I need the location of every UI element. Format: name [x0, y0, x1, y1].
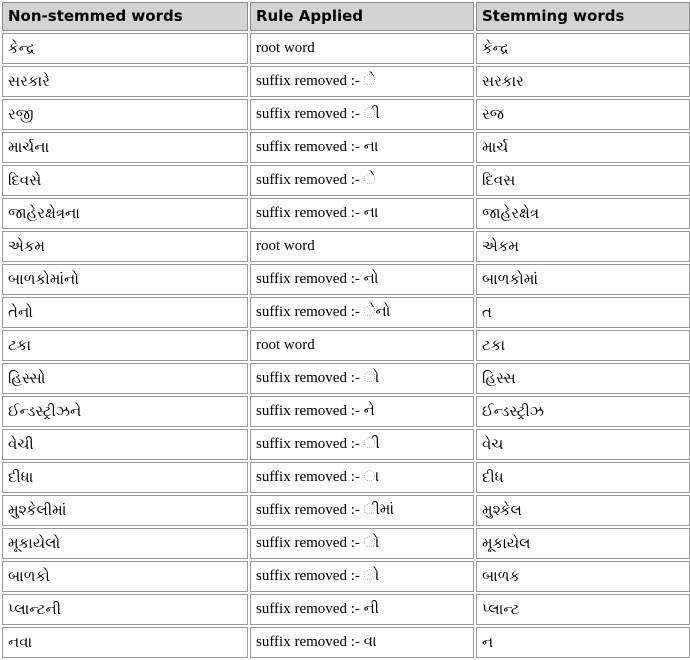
table-row: નવા suffix removed :- વા ન — [2, 627, 690, 658]
cell-non-stemmed-word: દીધા — [2, 462, 248, 493]
table-row: બાળકોમાંનો suffix removed :- નો બાળકોમાં — [2, 264, 690, 295]
cell-non-stemmed-word: ઈન્ડસ્ટ્રીઝને — [2, 396, 248, 427]
cell-stemmed-word: ન — [476, 627, 690, 658]
column-header-rule-applied: Rule Applied — [250, 2, 474, 31]
cell-stemmed-word: એકમ — [476, 231, 690, 262]
cell-stemmed-word: ટકા — [476, 330, 690, 361]
cell-rule-applied: root word — [250, 330, 474, 361]
cell-rule-applied: suffix removed :- ના — [250, 198, 474, 229]
cell-stemmed-word: વેચ — [476, 429, 690, 460]
cell-rule-applied: suffix removed :- ના — [250, 132, 474, 163]
cell-stemmed-word: ત — [476, 297, 690, 328]
cell-stemmed-word: કેન્દ્ર — [476, 33, 690, 64]
cell-rule-applied: suffix removed :- ા — [250, 462, 474, 493]
stemming-table: Non-stemmed words Rule Applied Stemming … — [0, 0, 690, 660]
cell-stemmed-word: બાળકોમાં — [476, 264, 690, 295]
cell-non-stemmed-word: માર્ચના — [2, 132, 248, 163]
cell-non-stemmed-word: નવા — [2, 627, 248, 658]
cell-non-stemmed-word: હિસ્સો — [2, 363, 248, 394]
cell-rule-applied: suffix removed :- ી — [250, 429, 474, 460]
cell-rule-applied: suffix removed :- નો — [250, 264, 474, 295]
table-row: એકમ root word એકમ — [2, 231, 690, 262]
table-row: કેન્દ્ર root word કેન્દ્ર — [2, 33, 690, 64]
cell-rule-applied: suffix removed :- ો — [250, 561, 474, 592]
cell-rule-applied: suffix removed :- ીમાં — [250, 495, 474, 526]
table-body: કેન્દ્ર root word કેન્દ્ર સરકારે suffix remo… — [2, 33, 690, 658]
table-row: દીધા suffix removed :- ા દીધ — [2, 462, 690, 493]
cell-stemmed-word: માર્ચ — [476, 132, 690, 163]
cell-stemmed-word: રજ — [476, 99, 690, 130]
table-row: સરકારે suffix removed :- ે સરકાર — [2, 66, 690, 97]
table-row: રજી suffix removed :- ી રજ — [2, 99, 690, 130]
table-row: તેનો suffix removed :- ેનો ત — [2, 297, 690, 328]
cell-non-stemmed-word: જાહેરક્ષેત્રના — [2, 198, 248, 229]
cell-rule-applied: suffix removed :- ને — [250, 396, 474, 427]
cell-stemmed-word: સરકાર — [476, 66, 690, 97]
cell-non-stemmed-word: રજી — [2, 99, 248, 130]
cell-non-stemmed-word: તેનો — [2, 297, 248, 328]
table-header: Non-stemmed words Rule Applied Stemming … — [2, 2, 690, 31]
table-row: દિવસે suffix removed :- ે દિવસ — [2, 165, 690, 196]
cell-rule-applied: suffix removed :- ની — [250, 594, 474, 625]
cell-non-stemmed-word: વેચી — [2, 429, 248, 460]
cell-stemmed-word: ઈન્ડસ્ટ્રીઝ — [476, 396, 690, 427]
table-row: મુશ્કેલીમાં suffix removed :- ીમાં મુશ્કેલ — [2, 495, 690, 526]
cell-stemmed-word: મૂકાયેલ — [476, 528, 690, 559]
cell-rule-applied: suffix removed :- ો — [250, 363, 474, 394]
table-row: માર્ચના suffix removed :- ના માર્ચ — [2, 132, 690, 163]
table-row: ટકા root word ટકા — [2, 330, 690, 361]
cell-rule-applied: suffix removed :- ો — [250, 528, 474, 559]
cell-rule-applied: suffix removed :- ે — [250, 66, 474, 97]
cell-non-stemmed-word: બાળકોમાંનો — [2, 264, 248, 295]
cell-rule-applied: suffix removed :- ી — [250, 99, 474, 130]
table-row: મૂકાયેલો suffix removed :- ો મૂકાયેલ — [2, 528, 690, 559]
cell-stemmed-word: જાહેરક્ષેત્ર — [476, 198, 690, 229]
cell-rule-applied: suffix removed :- વા — [250, 627, 474, 658]
table-row: બાળકો suffix removed :- ો બાળક — [2, 561, 690, 592]
cell-stemmed-word: મુશ્કેલ — [476, 495, 690, 526]
cell-non-stemmed-word: પ્લાન્ટની — [2, 594, 248, 625]
column-header-non-stemmed-words: Non-stemmed words — [2, 2, 248, 31]
table-row: વેચી suffix removed :- ી વેચ — [2, 429, 690, 460]
cell-non-stemmed-word: સરકારે — [2, 66, 248, 97]
cell-rule-applied: root word — [250, 33, 474, 64]
cell-stemmed-word: પ્લાન્ટ — [476, 594, 690, 625]
cell-non-stemmed-word: દિવસે — [2, 165, 248, 196]
cell-non-stemmed-word: મૂકાયેલો — [2, 528, 248, 559]
cell-rule-applied: root word — [250, 231, 474, 262]
table-row: ઈન્ડસ્ટ્રીઝને suffix removed :- ને ઈન્ડસ્ટ… — [2, 396, 690, 427]
table-row: જાહેરક્ષેત્રના suffix removed :- ના જાહેરક… — [2, 198, 690, 229]
cell-rule-applied: suffix removed :- ેનો — [250, 297, 474, 328]
column-header-stemming-words: Stemming words — [476, 2, 690, 31]
cell-non-stemmed-word: મુશ્કેલીમાં — [2, 495, 248, 526]
cell-stemmed-word: દિવસ — [476, 165, 690, 196]
cell-non-stemmed-word: કેન્દ્ર — [2, 33, 248, 64]
table-row: પ્લાન્ટની suffix removed :- ની પ્લાન્ટ — [2, 594, 690, 625]
cell-stemmed-word: દીધ — [476, 462, 690, 493]
cell-stemmed-word: બાળક — [476, 561, 690, 592]
cell-stemmed-word: હિસ્સ — [476, 363, 690, 394]
cell-non-stemmed-word: બાળકો — [2, 561, 248, 592]
cell-non-stemmed-word: ટકા — [2, 330, 248, 361]
table-row: હિસ્સો suffix removed :- ો હિસ્સ — [2, 363, 690, 394]
cell-non-stemmed-word: એકમ — [2, 231, 248, 262]
cell-rule-applied: suffix removed :- ે — [250, 165, 474, 196]
table-header-row: Non-stemmed words Rule Applied Stemming … — [2, 2, 690, 31]
